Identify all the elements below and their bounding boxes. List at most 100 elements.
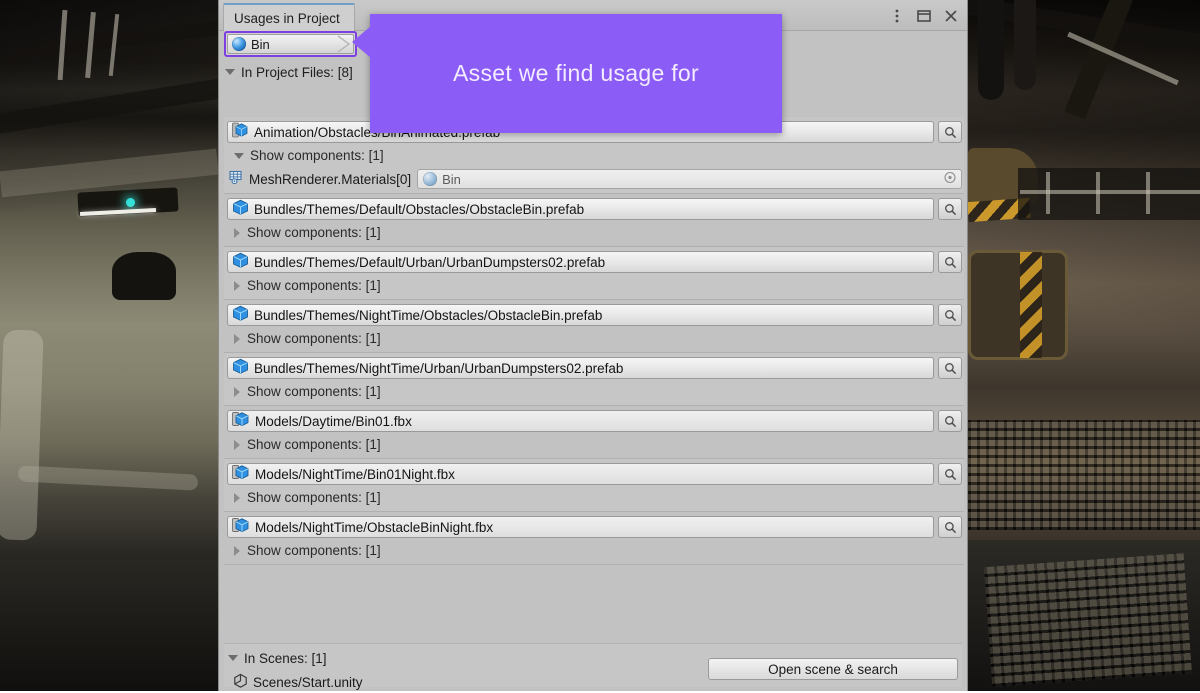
mesh-renderer-icon (229, 170, 244, 188)
triangle-down-icon (234, 153, 244, 159)
triangle-right-icon (234, 546, 240, 556)
triangle-down-icon (228, 655, 238, 661)
show-components-label: Show components: [1] (247, 384, 381, 399)
asset-path-field[interactable]: Models/NightTime/Bin01Night.fbx (227, 463, 934, 485)
prefab-cube-icon (232, 252, 249, 272)
show-components-label: Show components: [1] (247, 225, 381, 240)
scene-pipe (978, 0, 1004, 100)
scene-railing (1018, 168, 1200, 220)
section-header-project-files[interactable]: In Project Files: [8] (219, 62, 353, 82)
unity-scene-icon (233, 673, 248, 691)
section-header-project-files-label: In Project Files: [8] (241, 65, 353, 80)
component-reference-value: Bin (442, 172, 461, 187)
chevron-right-icon (337, 35, 351, 53)
show-components-label: Show components: [1] (250, 148, 384, 163)
triangle-right-icon (234, 440, 240, 450)
scene-rail-post (1096, 172, 1100, 214)
result-group: Bundles/Themes/Default/Urban/UrbanDumpst… (224, 247, 964, 300)
object-picker-icon[interactable] (944, 172, 956, 187)
triangle-right-icon (234, 334, 240, 344)
scene-rail (1067, 32, 1179, 85)
show-components-toggle[interactable]: Show components: [1] (224, 433, 964, 456)
result-entry-row: Models/NightTime/ObstacleBinNight.fbx (224, 515, 964, 539)
asset-path-label: Models/NightTime/Bin01Night.fbx (255, 467, 455, 482)
scene-light-strip (80, 208, 156, 216)
component-name[interactable]: MeshRenderer.Materials[0] (229, 170, 411, 188)
find-usages-button[interactable] (938, 516, 962, 538)
prefab-cube-icon (232, 358, 249, 378)
find-usages-button[interactable] (938, 357, 962, 379)
asset-path-field[interactable]: Bundles/Themes/NightTime/Urban/UrbanDump… (227, 357, 934, 379)
scene-rail (58, 10, 68, 80)
model-fbx-icon (232, 464, 250, 484)
scene-pipe (18, 465, 199, 490)
scene-grate (984, 553, 1192, 687)
show-components-toggle[interactable]: Show components: [1] (224, 221, 964, 244)
show-components-label: Show components: [1] (247, 331, 381, 346)
asset-path-label: Bundles/Themes/Default/Urban/UrbanDumpst… (254, 255, 605, 270)
asset-path-field[interactable]: Bundles/Themes/Default/Obstacles/Obstacl… (227, 198, 934, 220)
find-usages-button[interactable] (938, 410, 962, 432)
show-components-toggle[interactable]: Show components: [1] (224, 380, 964, 403)
magnifier-icon (944, 362, 957, 375)
material-sphere-icon (423, 172, 437, 186)
tab-usages-in-project[interactable]: Usages in Project (223, 3, 355, 31)
result-group: Models/Daytime/Bin01.fbx Show components… (224, 406, 964, 459)
find-usages-button[interactable] (938, 304, 962, 326)
triangle-right-icon (234, 281, 240, 291)
result-entry-row: Bundles/Themes/NightTime/Obstacles/Obsta… (224, 303, 964, 327)
magnifier-icon (944, 521, 957, 534)
show-components-toggle[interactable]: Show components: [1] (224, 486, 964, 509)
show-components-toggle[interactable]: Show components: [1] (224, 327, 964, 350)
show-components-toggle[interactable]: Show components: [1] (224, 539, 964, 562)
open-scene-button-label: Open scene & search (768, 662, 898, 677)
scene-drum (968, 148, 1038, 204)
maximize-icon[interactable] (916, 8, 932, 24)
find-usages-button[interactable] (938, 198, 962, 220)
scene-indicator-light (126, 198, 135, 207)
result-group: Bundles/Themes/Default/Obstacles/Obstacl… (224, 194, 964, 247)
open-scene-and-search-button[interactable]: Open scene & search (708, 658, 958, 680)
material-sphere-icon (232, 37, 246, 51)
asset-path-field[interactable]: Models/Daytime/Bin01.fbx (227, 410, 934, 432)
scene-beam (1064, 0, 1133, 119)
result-entry-row: Models/NightTime/Bin01Night.fbx (224, 462, 964, 486)
magnifier-icon (944, 309, 957, 322)
target-asset-value: Bin (251, 37, 270, 52)
show-components-toggle[interactable]: Show components: [1] (224, 144, 964, 167)
show-components-label: Show components: [1] (247, 278, 381, 293)
callout-tail (352, 26, 371, 58)
magnifier-icon (944, 415, 957, 428)
prefab-cube-icon (232, 122, 249, 142)
asset-path-label: Bundles/Themes/NightTime/Urban/UrbanDump… (254, 361, 623, 376)
kebab-menu-icon[interactable] (889, 8, 905, 24)
result-entry-row: Bundles/Themes/Default/Urban/UrbanDumpst… (224, 250, 964, 274)
triangle-right-icon (234, 387, 240, 397)
target-asset-field[interactable]: Bin (227, 34, 354, 54)
tab-label: Usages in Project (234, 11, 340, 26)
scene-rail-post (1046, 172, 1050, 214)
show-components-label: Show components: [1] (247, 490, 381, 505)
asset-path-label: Bundles/Themes/NightTime/Obstacles/Obsta… (254, 308, 602, 323)
target-asset-field-highlight: Bin (224, 31, 357, 57)
scene-right-region (968, 0, 1200, 691)
result-entry-row: Models/Daytime/Bin01.fbx (224, 409, 964, 433)
component-reference-field[interactable]: Bin (417, 169, 962, 189)
find-usages-button[interactable] (938, 121, 962, 143)
close-icon[interactable] (943, 8, 959, 24)
triangle-right-icon (234, 493, 240, 503)
scene-rail-post (1146, 172, 1150, 214)
find-usages-button[interactable] (938, 251, 962, 273)
find-usages-button[interactable] (938, 463, 962, 485)
scene-beam (0, 19, 230, 62)
scene-rail (109, 14, 119, 76)
triangle-right-icon (234, 228, 240, 238)
scene-rail (1020, 190, 1200, 194)
asset-path-field[interactable]: Bundles/Themes/NightTime/Obstacles/Obsta… (227, 304, 934, 326)
show-components-toggle[interactable]: Show components: [1] (224, 274, 964, 297)
asset-path-field[interactable]: Bundles/Themes/Default/Urban/UrbanDumpst… (227, 251, 934, 273)
scene-floor (0, 560, 218, 691)
annotation-callout-text: Asset we find usage for (453, 60, 699, 87)
scene-floor (968, 540, 1200, 691)
asset-path-field[interactable]: Models/NightTime/ObstacleBinNight.fbx (227, 516, 934, 538)
